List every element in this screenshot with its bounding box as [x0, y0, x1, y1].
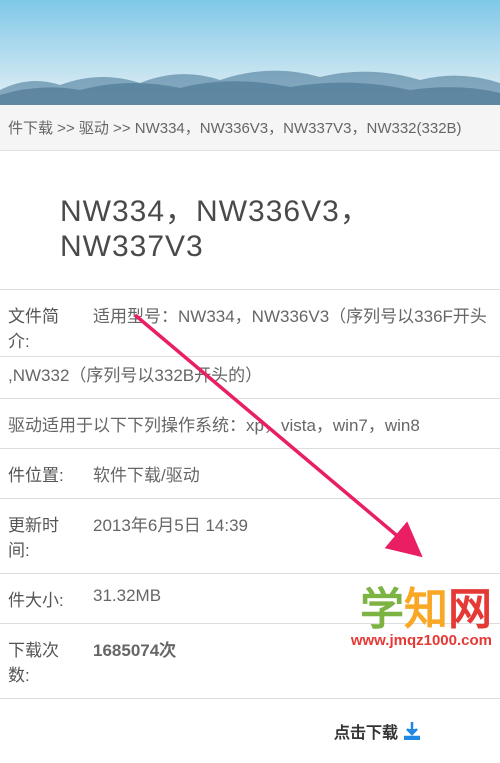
value-systems: 驱动适用于以下下列操作系统：xp，vista，win7，win8	[0, 399, 500, 449]
breadcrumb-link-drivers[interactable]: 驱动	[79, 120, 109, 137]
watermark-url: www.jmqz1000.com	[351, 632, 492, 649]
value-location: 软件下载/驱动	[85, 449, 500, 499]
label-download-count: 下载次数:	[0, 624, 85, 699]
breadcrumb-link-downloads[interactable]: 件下载	[8, 120, 53, 137]
value-description-line2: ,NW332（序列号以332B开头的）	[0, 357, 500, 399]
watermark-char3: 网	[448, 585, 492, 634]
download-label: 点击下载	[334, 719, 398, 743]
row-update-time: 更新时间: 2013年6月5日 14:39	[0, 499, 500, 574]
watermark: 学知网 www.jmqz1000.com	[351, 588, 492, 649]
breadcrumb-current: NW334，NW336V3，NW337V3，NW332(332B)	[135, 120, 462, 137]
label-file-size: 件大小:	[0, 574, 85, 624]
row-description-cont: ,NW332（序列号以332B开头的）	[0, 357, 500, 399]
watermark-char1: 学	[360, 585, 404, 634]
download-icon	[404, 722, 420, 740]
row-location: 件位置: 软件下载/驱动	[0, 449, 500, 499]
breadcrumb-sep: >>	[109, 120, 135, 137]
value-description-line1: 适用型号：NW334，NW336V3（序列号以336F开头	[85, 290, 500, 357]
breadcrumb: 件下载 >> 驱动 >> NW334，NW336V3，NW337V3，NW332…	[0, 105, 500, 151]
label-description: 文件简介:	[0, 290, 85, 357]
row-description: 文件简介: 适用型号：NW334，NW336V3（序列号以336F开头	[0, 290, 500, 357]
mountain-graphic	[0, 55, 500, 105]
label-location: 件位置:	[0, 449, 85, 499]
download-section: 点击下载	[0, 698, 500, 763]
row-systems: 驱动适用于以下下列操作系统：xp，vista，win7，win8	[0, 399, 500, 449]
watermark-logo: 学知网	[351, 588, 492, 632]
header-banner	[0, 0, 500, 105]
watermark-char2: 知	[404, 585, 448, 634]
page-title: NW334，NW336V3，NW337V3	[0, 151, 500, 289]
breadcrumb-sep: >>	[53, 120, 79, 137]
label-update-time: 更新时间:	[0, 499, 85, 574]
value-update-time: 2013年6月5日 14:39	[85, 499, 500, 574]
download-button[interactable]: 点击下载	[334, 719, 420, 743]
